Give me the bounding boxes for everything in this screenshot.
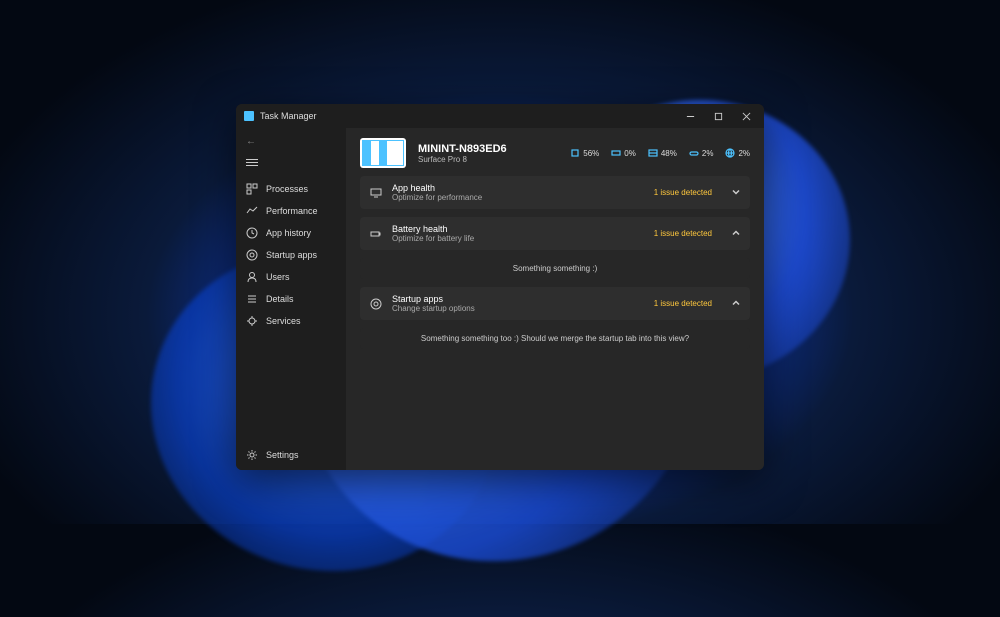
sidebar-item-label: Users bbox=[266, 272, 290, 282]
sidebar-item-startup-apps[interactable]: Startup apps bbox=[236, 244, 346, 266]
stat-disk[interactable]: 48% bbox=[648, 148, 677, 158]
titlebar[interactable]: Task Manager bbox=[236, 104, 764, 128]
main-content: MININT-N893ED6 Surface Pro 8 56% 0% 48% … bbox=[346, 128, 764, 470]
startup-icon bbox=[246, 249, 258, 261]
status-badge: 1 issue detected bbox=[654, 299, 712, 308]
sidebar-item-label: Performance bbox=[266, 206, 318, 216]
task-manager-window: Task Manager ← Processes Performance App… bbox=[236, 104, 764, 470]
sidebar: ← Processes Performance App history Star… bbox=[236, 128, 346, 470]
back-button[interactable]: ← bbox=[236, 132, 346, 151]
sidebar-item-services[interactable]: Services bbox=[236, 310, 346, 332]
sidebar-item-users[interactable]: Users bbox=[236, 266, 346, 288]
sidebar-item-label: Processes bbox=[266, 184, 308, 194]
sidebar-item-label: App history bbox=[266, 228, 311, 238]
history-icon bbox=[246, 227, 258, 239]
chevron-down-icon bbox=[732, 188, 740, 198]
card-startup-detail: Something something too :) Should we mer… bbox=[360, 328, 750, 349]
card-battery-health[interactable]: Battery healthOptimize for battery life … bbox=[360, 217, 750, 250]
card-startup-apps[interactable]: Startup appsChange startup options 1 iss… bbox=[360, 287, 750, 320]
app-title: Task Manager bbox=[260, 111, 317, 121]
device-name: MININT-N893ED6 bbox=[418, 143, 507, 155]
startup-card-icon bbox=[370, 298, 382, 310]
device-header: MININT-N893ED6 Surface Pro 8 56% 0% 48% … bbox=[360, 138, 750, 168]
sidebar-item-label: Details bbox=[266, 294, 294, 304]
processes-icon bbox=[246, 183, 258, 195]
sidebar-item-label: Services bbox=[266, 316, 301, 326]
stat-network[interactable]: 2% bbox=[689, 148, 714, 158]
chevron-up-icon bbox=[732, 229, 740, 239]
sidebar-item-details[interactable]: Details bbox=[236, 288, 346, 310]
maximize-button[interactable] bbox=[704, 104, 732, 128]
status-badge: 1 issue detected bbox=[654, 229, 712, 238]
sidebar-item-processes[interactable]: Processes bbox=[236, 178, 346, 200]
gear-icon bbox=[246, 449, 258, 461]
sidebar-item-label: Settings bbox=[266, 450, 299, 460]
monitor-icon bbox=[370, 187, 382, 199]
device-thumbnail bbox=[360, 138, 406, 168]
status-badge: 1 issue detected bbox=[654, 188, 712, 197]
stat-memory[interactable]: 0% bbox=[611, 148, 636, 158]
resource-stats: 56% 0% 48% 2% 2% bbox=[570, 148, 750, 158]
performance-icon bbox=[246, 205, 258, 217]
sidebar-item-app-history[interactable]: App history bbox=[236, 222, 346, 244]
sidebar-item-settings[interactable]: Settings bbox=[236, 444, 346, 466]
details-icon bbox=[246, 293, 258, 305]
hamburger-button[interactable] bbox=[236, 151, 346, 178]
stat-cpu[interactable]: 56% bbox=[570, 148, 599, 158]
sidebar-item-performance[interactable]: Performance bbox=[236, 200, 346, 222]
stat-gpu[interactable]: 2% bbox=[725, 148, 750, 158]
services-icon bbox=[246, 315, 258, 327]
close-button[interactable] bbox=[732, 104, 760, 128]
card-app-health[interactable]: App healthOptimize for performance 1 iss… bbox=[360, 176, 750, 209]
card-battery-detail: Something something :) bbox=[360, 258, 750, 279]
sidebar-item-label: Startup apps bbox=[266, 250, 317, 260]
app-icon bbox=[244, 111, 254, 121]
chevron-up-icon bbox=[732, 299, 740, 309]
device-model: Surface Pro 8 bbox=[418, 155, 507, 164]
users-icon bbox=[246, 271, 258, 283]
battery-icon bbox=[370, 228, 382, 240]
minimize-button[interactable] bbox=[676, 104, 704, 128]
